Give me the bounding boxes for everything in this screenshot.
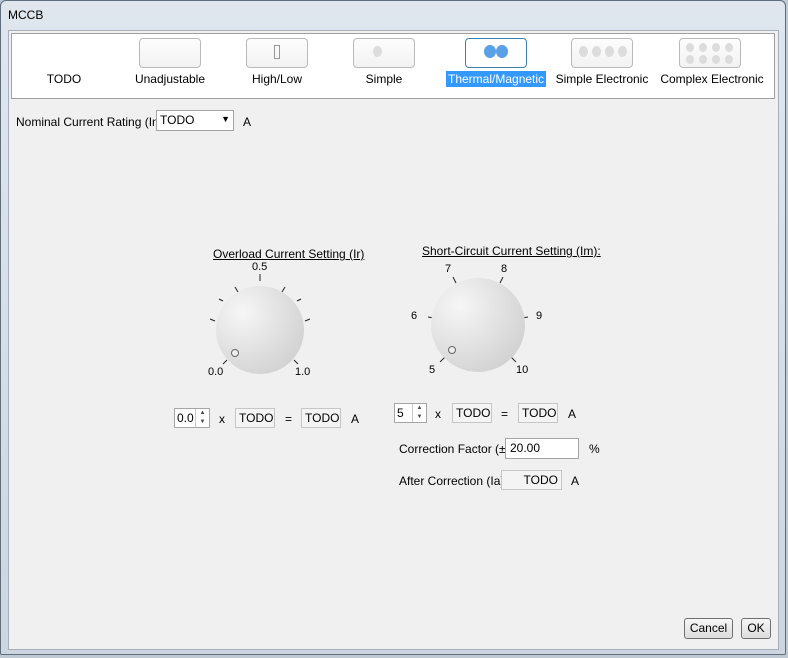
dial-indicator	[448, 346, 456, 354]
overload-tick-label: 0.5	[252, 261, 268, 273]
dial-indicator	[231, 349, 239, 357]
overload-unit: A	[351, 412, 360, 426]
short-circuit-setting-title: Short-Circuit Current Setting (Im):	[422, 244, 601, 258]
equals-sign: =	[285, 412, 293, 426]
correction-factor-input[interactable]: 20.00	[505, 438, 579, 459]
overload-dial-knob[interactable]	[216, 286, 304, 374]
overload-multiplier-spinner[interactable]: 0.0 ▲ ▼	[174, 408, 210, 428]
after-correction-label: After Correction (Ia):	[399, 474, 508, 488]
cancel-button[interactable]: Cancel	[684, 618, 733, 639]
correction-factor-label: Correction Factor (±):	[399, 442, 513, 456]
overload-tick-label: 1.0	[295, 366, 311, 378]
short-circuit-tick-label: 10	[516, 364, 529, 376]
times-sign: x	[435, 407, 441, 421]
spinner-buttons[interactable]: ▲ ▼	[195, 409, 209, 427]
title-bar[interactable]: MCCB	[1, 1, 785, 29]
overload-tick-label: 0.0	[208, 366, 224, 378]
short-circuit-multiplier-spinner[interactable]: 5 ▲ ▼	[394, 403, 427, 423]
mccb-dialog: MCCB TODO Unadjustable High/Low Simple T…	[0, 0, 786, 655]
correction-factor-unit: %	[589, 442, 600, 456]
short-circuit-tick-label: 7	[445, 263, 452, 275]
short-circuit-unit: A	[568, 407, 577, 421]
short-circuit-multiplier-value: 5	[397, 406, 404, 420]
dial-tick-marks	[209, 274, 529, 365]
ok-button[interactable]: OK	[741, 618, 771, 639]
short-circuit-tick-label: 9	[536, 310, 543, 322]
short-circuit-result-current: TODO	[518, 403, 558, 423]
overload-result-current: TODO	[301, 408, 341, 428]
times-sign: x	[219, 412, 225, 426]
after-correction-value: TODO	[501, 470, 562, 490]
spinner-buttons[interactable]: ▲ ▼	[412, 404, 426, 422]
overload-setting-title: Overload Current Setting (Ir)	[213, 247, 365, 261]
window-title: MCCB	[8, 8, 44, 22]
after-correction-unit: A	[571, 474, 580, 488]
overload-base-current: TODO	[235, 408, 275, 428]
equals-sign: =	[501, 407, 509, 421]
dialog-client-area: TODO Unadjustable High/Low Simple Therma…	[8, 30, 779, 650]
short-circuit-dial-knob[interactable]	[431, 278, 525, 372]
overload-multiplier-value: 0.0	[177, 411, 194, 425]
short-circuit-tick-label: 8	[501, 263, 508, 275]
short-circuit-base-current: TODO	[452, 403, 492, 423]
short-circuit-tick-label: 6	[411, 310, 418, 322]
short-circuit-tick-label: 5	[429, 364, 436, 376]
